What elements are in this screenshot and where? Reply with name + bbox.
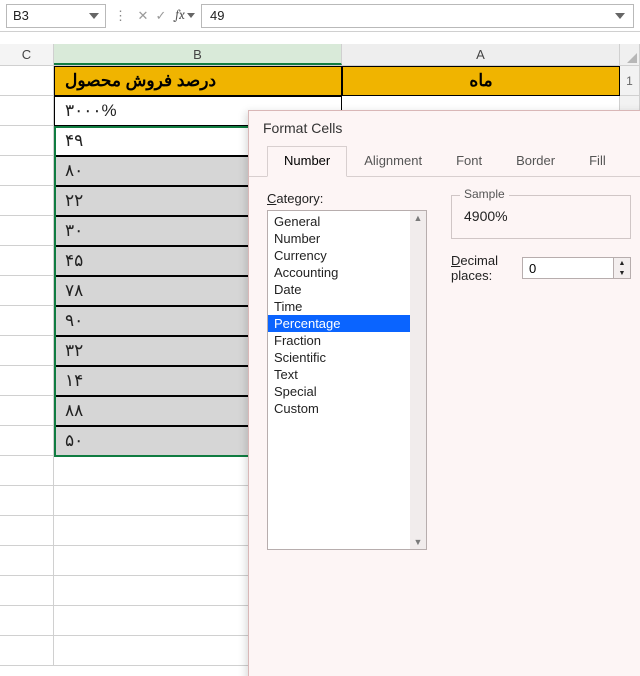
fx-icon: fx — [175, 8, 185, 23]
cell-b1[interactable]: درصد فروش محصول — [54, 66, 342, 96]
options-column: Sample 4900% Decimal places: ▲ ▼ — [451, 191, 631, 283]
cell-c19[interactable] — [0, 606, 54, 636]
cell-c5[interactable] — [0, 186, 54, 216]
col-header-c[interactable]: C — [0, 44, 54, 65]
sample-group: Sample 4900% — [451, 195, 631, 239]
name-box-dropdown-icon[interactable] — [89, 13, 99, 19]
cell-c3[interactable] — [0, 126, 54, 156]
decimal-places-input[interactable] — [523, 258, 613, 278]
cell-c13[interactable] — [0, 426, 54, 456]
col-header-b[interactable]: B — [54, 44, 342, 65]
separator: ⋮ — [112, 8, 129, 24]
category-scientific[interactable]: Scientific — [268, 349, 426, 366]
spinner-buttons: ▲ ▼ — [613, 258, 630, 278]
cell-c17[interactable] — [0, 546, 54, 576]
scroll-down-icon[interactable]: ▼ — [414, 535, 423, 549]
cell-c11[interactable] — [0, 366, 54, 396]
spinner-up-icon[interactable]: ▲ — [614, 258, 630, 268]
formula-value: 49 — [210, 8, 224, 23]
cell-c7[interactable] — [0, 246, 54, 276]
row-header-1[interactable]: 1 — [620, 66, 640, 96]
decimal-places-label: Decimal places: — [451, 253, 512, 283]
formula-edit-buttons: ✕ ✓ — [135, 8, 169, 24]
category-fraction[interactable]: Fraction — [268, 332, 426, 349]
cell-c4[interactable] — [0, 156, 54, 186]
cell-a1[interactable]: ماه — [342, 66, 620, 96]
cell-c9[interactable] — [0, 306, 54, 336]
cell-c15[interactable] — [0, 486, 54, 516]
decimal-places-spinner[interactable]: ▲ ▼ — [522, 257, 631, 279]
category-currency[interactable]: Currency — [268, 247, 426, 264]
name-formula-bar: B3 ⋮ ✕ ✓ fx 49 — [0, 0, 640, 32]
category-custom[interactable]: Custom — [268, 400, 426, 417]
category-items: General Number Currency Accounting Date … — [268, 211, 426, 419]
category-number[interactable]: Number — [268, 230, 426, 247]
spreadsheet-app: B3 ⋮ ✕ ✓ fx 49 C B A — [0, 0, 640, 676]
category-label: Category: — [267, 191, 427, 206]
spinner-down-icon[interactable]: ▼ — [614, 268, 630, 278]
category-date[interactable]: Date — [268, 281, 426, 298]
format-cells-dialog: Format Cells Number Alignment Font Borde… — [248, 110, 640, 676]
dialog-title: Format Cells — [249, 111, 640, 145]
category-column: Category: General Number Currency Accoun… — [267, 191, 427, 550]
dialog-tabs: Number Alignment Font Border Fill — [249, 145, 640, 177]
insert-function-button[interactable]: fx — [175, 8, 195, 23]
cell-c1[interactable] — [0, 66, 54, 96]
cell-c16[interactable] — [0, 516, 54, 546]
tab-number[interactable]: Number — [267, 146, 347, 177]
cancel-icon[interactable]: ✕ — [135, 8, 151, 24]
cell-c10[interactable] — [0, 336, 54, 366]
category-time[interactable]: Time — [268, 298, 426, 315]
cell-c20[interactable] — [0, 636, 54, 666]
decimal-places-row: Decimal places: ▲ ▼ — [451, 253, 631, 283]
name-box[interactable]: B3 — [6, 4, 106, 28]
dialog-body: Category: General Number Currency Accoun… — [249, 177, 640, 564]
category-percentage[interactable]: Percentage — [268, 315, 426, 332]
sample-label: Sample — [460, 187, 509, 201]
listbox-scrollbar[interactable]: ▲ ▼ — [410, 211, 426, 549]
formula-expand-icon[interactable] — [615, 13, 625, 19]
name-box-value: B3 — [13, 8, 29, 23]
category-listbox[interactable]: General Number Currency Accounting Date … — [267, 210, 427, 550]
cell-c2[interactable] — [0, 96, 54, 126]
formula-bar[interactable]: 49 — [201, 4, 634, 28]
cell-c6[interactable] — [0, 216, 54, 246]
col-header-a[interactable]: A — [342, 44, 620, 65]
scroll-up-icon[interactable]: ▲ — [414, 211, 423, 225]
cell-c18[interactable] — [0, 576, 54, 606]
category-general[interactable]: General — [268, 213, 426, 230]
cell-c8[interactable] — [0, 276, 54, 306]
tab-font[interactable]: Font — [439, 146, 499, 177]
category-text[interactable]: Text — [268, 366, 426, 383]
confirm-icon[interactable]: ✓ — [153, 8, 169, 24]
sample-value: 4900% — [462, 204, 620, 228]
cell-c12[interactable] — [0, 396, 54, 426]
tab-fill[interactable]: Fill — [572, 146, 623, 177]
tab-alignment[interactable]: Alignment — [347, 146, 439, 177]
cell-c14[interactable] — [0, 456, 54, 486]
select-all-corner[interactable] — [620, 44, 640, 65]
row-1: درصد فروش محصول ماه 1 — [0, 66, 640, 96]
category-accounting[interactable]: Accounting — [268, 264, 426, 281]
column-headers: C B A — [0, 44, 640, 66]
tab-border[interactable]: Border — [499, 146, 572, 177]
category-special[interactable]: Special — [268, 383, 426, 400]
